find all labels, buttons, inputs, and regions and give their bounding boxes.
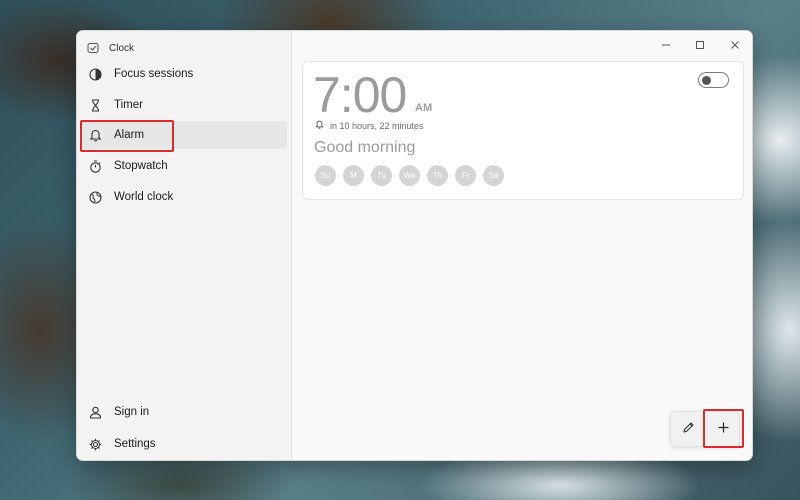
add-alarm-button[interactable] (706, 412, 741, 448)
minimize-button[interactable] (649, 35, 683, 57)
person-icon (89, 406, 102, 419)
minimize-icon (661, 37, 671, 55)
globe-icon (89, 190, 102, 204)
alarm-card[interactable]: 7:00 AM in 10 hours, 22 minutes Good mor… (302, 61, 744, 200)
sidebar-item-label: Timer (114, 99, 143, 111)
title-bar: Clock (87, 39, 134, 57)
sidebar-item-label: Stopwatch (114, 160, 168, 172)
sidebar-item-label: Alarm (114, 129, 145, 141)
bell-icon (315, 120, 324, 131)
alarm-name: Good morning (314, 139, 416, 156)
day-chip-monday: M (343, 165, 364, 186)
maximize-icon (695, 37, 705, 55)
edit-alarms-button[interactable] (671, 412, 706, 448)
alarm-time: 7:00 (313, 67, 407, 123)
day-chip-thursday: Th (427, 165, 448, 186)
main-content: 7:00 AM in 10 hours, 22 minutes Good mor… (291, 31, 752, 460)
gear-icon (89, 438, 102, 451)
sidebar-item-sign-in[interactable]: Sign in (81, 398, 287, 426)
day-chip-friday: Fr (455, 165, 476, 186)
alarm-toggle[interactable] (698, 72, 729, 88)
day-chip-wednesday: We (399, 165, 420, 186)
hourglass-icon (89, 98, 102, 112)
sidebar-item-settings[interactable]: Settings (81, 430, 287, 458)
maximize-button[interactable] (683, 35, 717, 57)
day-chip-tuesday: Tu (371, 165, 392, 186)
sidebar-item-focus-sessions[interactable]: Focus sessions (81, 60, 287, 88)
alarm-ampm: AM (415, 102, 433, 114)
pencil-icon (682, 421, 695, 439)
sidebar-item-label: Focus sessions (114, 68, 194, 80)
day-chip-saturday: Sa (483, 165, 504, 186)
alarm-remaining-text: in 10 hours, 22 minutes (330, 120, 424, 131)
sidebar: Clock Focus sessions Timer Alarm Stopwat (77, 31, 291, 460)
sidebar-item-label: Settings (114, 438, 156, 450)
close-button[interactable] (718, 35, 752, 57)
sidebar-item-timer[interactable]: Timer (81, 91, 287, 119)
focus-icon (89, 67, 102, 81)
action-buttons (670, 411, 740, 447)
app-title: Clock (109, 42, 135, 54)
alarm-days: Su M Tu We Th Fr Sa (315, 165, 504, 186)
sidebar-item-label: Sign in (114, 406, 150, 418)
sidebar-item-world-clock[interactable]: World clock (81, 183, 287, 211)
sidebar-item-alarm[interactable]: Alarm (81, 121, 287, 149)
bell-icon (89, 129, 102, 142)
toggle-knob (702, 75, 711, 85)
stopwatch-icon (89, 159, 102, 173)
sidebar-item-label: World clock (114, 191, 174, 203)
day-chip-sunday: Su (315, 165, 336, 186)
sidebar-item-stopwatch[interactable]: Stopwatch (81, 152, 287, 180)
clock-window: Clock Focus sessions Timer Alarm Stopwat (76, 30, 753, 461)
close-icon (730, 37, 740, 55)
clock-app-icon (87, 42, 99, 54)
alarm-remaining: in 10 hours, 22 minutes (315, 120, 424, 131)
plus-icon (717, 421, 730, 439)
